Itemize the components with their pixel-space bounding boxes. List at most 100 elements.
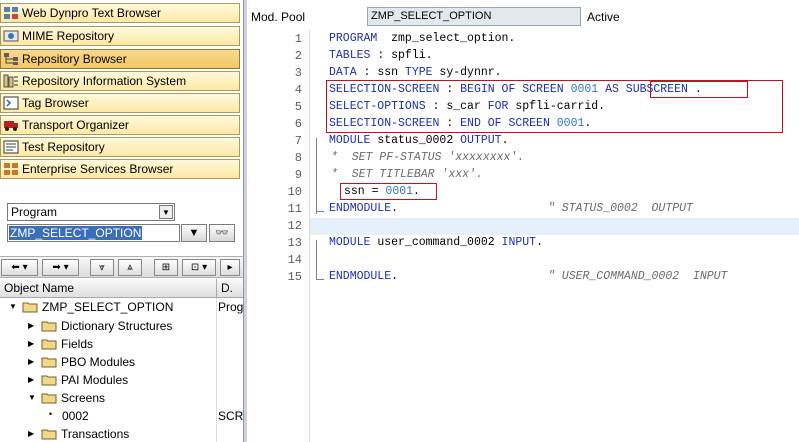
chevron-down-icon[interactable]: ▼ <box>159 205 173 219</box>
code-line-7: MODULE status_0002 OUTPUT. <box>329 134 509 147</box>
repository-browser-icon <box>4 53 18 65</box>
column-divider[interactable] <box>216 279 217 298</box>
test-icon <box>3 140 19 154</box>
glasses-icon: 👓 <box>215 227 229 239</box>
tree-node-desc: SCR <box>218 409 244 423</box>
tree-node-label: Transactions <box>61 427 130 441</box>
tree-node-screen-0002[interactable]: • 0002 SCR <box>0 407 243 425</box>
line-number: 10 <box>287 185 302 199</box>
expand-button[interactable]: ⩓ <box>118 259 142 276</box>
settings-button[interactable]: ⊡ ▾ <box>182 259 216 276</box>
program-name-value: ZMP_SELECT_OPTION <box>371 10 492 22</box>
nav-tag-browser[interactable]: Tag Browser <box>0 93 240 113</box>
code-area[interactable]: PROGRAM zmp_select_option. TABLES : spfl… <box>310 30 799 442</box>
line-number: 1 <box>294 32 302 46</box>
collapsed-arrow-icon[interactable]: ▶ <box>28 339 34 348</box>
display-button[interactable]: 👓 <box>209 224 235 242</box>
tree-node-pai-modules[interactable]: ▶ PAI Modules <box>0 371 243 389</box>
line-number: 13 <box>287 236 302 250</box>
line-number: 15 <box>287 270 302 284</box>
more-button[interactable]: ▸ <box>220 259 240 276</box>
forward-button[interactable]: ➡ ▾ <box>42 259 79 276</box>
code-line-9: * SET TITLEBAR 'xxx'. <box>331 168 483 181</box>
nav-label: Web Dynpro Text Browser <box>22 6 161 20</box>
highlight-box-ssn-assignment <box>340 183 437 200</box>
tree-node-label: PBO Modules <box>61 355 136 369</box>
nav-web-dynpro-text-browser[interactable]: Web Dynpro Text Browser <box>0 3 240 23</box>
tree-header: Object Name D. <box>0 279 243 298</box>
nav-label: Enterprise Services Browser <box>22 162 174 176</box>
tree-node-screens[interactable]: ▼ Screens <box>0 389 243 407</box>
collapsed-arrow-icon[interactable]: ▶ <box>28 321 34 330</box>
nav-enterprise-services-browser[interactable]: Enterprise Services Browser <box>0 159 240 179</box>
back-button[interactable]: ⬅ ▾ <box>1 259 38 276</box>
nav-repository-information-system[interactable]: Repository Information System <box>0 71 240 91</box>
object-name-dropdown-button[interactable]: ▼ <box>181 224 207 242</box>
editor-header: Mod. Pool ZMP_SELECT_OPTION Active <box>247 0 799 30</box>
nav-mime-repository[interactable]: MIME Repository <box>0 26 240 46</box>
tree-node-label: Screens <box>61 391 106 405</box>
code-line-2: TABLES : spfli. <box>329 49 433 62</box>
fold-end-marker <box>316 202 324 212</box>
leaf-dot-icon: • <box>49 409 53 419</box>
arrow-left-icon: ⬅ ▾ <box>11 262 28 273</box>
tag-icon <box>3 96 19 110</box>
transport-icon <box>4 121 18 131</box>
web-dynpro-icon <box>4 7 18 19</box>
abap-editor: Mod. Pool ZMP_SELECT_OPTION Active 1 2 3… <box>247 0 799 442</box>
tree-toolbar: ⬅ ▾ ➡ ▾ ⩔ ⩓ ⊞ ⊡ ▾ ▸ <box>0 256 243 278</box>
tree-node-label: 0002 <box>62 409 89 423</box>
column-header-object-name[interactable]: Object Name <box>4 281 74 295</box>
object-type-dropdown[interactable]: Program ▼ <box>7 203 175 221</box>
tree-node-label: ZMP_SELECT_OPTION <box>42 300 174 314</box>
tree-node-pbo-modules[interactable]: ▶ PBO Modules <box>0 353 243 371</box>
line-number: 3 <box>294 66 302 80</box>
line-number: 5 <box>294 100 302 114</box>
hierarchy-button[interactable]: ⊞ <box>154 259 178 276</box>
line-number-gutter: 1 2 3 4 5 6 7 8 9 10 11 12 13 14 15 <box>247 30 310 442</box>
tree-node-label: Fields <box>61 337 94 351</box>
arrow-right-icon: ➡ ▾ <box>52 262 69 273</box>
nav-label: MIME Repository <box>22 29 115 43</box>
tree-node-fields[interactable]: ▶ Fields <box>0 335 243 353</box>
collapse-icon: ⩔ <box>99 262 105 273</box>
line-number: 6 <box>294 117 302 131</box>
line-number: 11 <box>287 202 302 216</box>
tree-node-transactions[interactable]: ▶ Transactions <box>0 425 243 442</box>
collapsed-arrow-icon[interactable]: ▶ <box>28 375 34 384</box>
tree-node-label: PAI Modules <box>61 373 129 387</box>
object-tree: ▼ ZMP_SELECT_OPTION Prog ▶ Dictionary St… <box>0 298 243 442</box>
line-number: 7 <box>294 134 302 148</box>
more-icon: ▸ <box>227 262 233 273</box>
expanded-arrow-icon[interactable]: ▼ <box>28 393 36 402</box>
folder-open-icon <box>41 393 57 404</box>
folder-icon <box>41 357 57 368</box>
nav-label: Transport Organizer <box>22 118 129 132</box>
code-line-13: MODULE user_command_0002 INPUT. <box>329 236 543 249</box>
code-line-1: PROGRAM zmp_select_option. <box>329 32 516 45</box>
nav-test-repository[interactable]: Test Repository <box>0 137 240 157</box>
folder-icon <box>41 339 57 350</box>
nav-repository-browser[interactable]: Repository Browser <box>0 49 240 69</box>
collapse-button[interactable]: ⩔ <box>90 259 114 276</box>
collapsed-arrow-icon[interactable]: ▶ <box>28 357 34 366</box>
nav-label: Repository Browser <box>22 52 127 66</box>
repository-info-icon <box>3 74 18 88</box>
collapsed-arrow-icon[interactable]: ▶ <box>28 429 34 438</box>
line-number: 9 <box>294 168 302 182</box>
nav-label: Test Repository <box>22 140 105 154</box>
settings-icon: ⊡ ▾ <box>190 262 208 273</box>
program-status: Active <box>587 10 620 24</box>
tree-node-dictionary-structures[interactable]: ▶ Dictionary Structures <box>0 317 243 335</box>
nav-label: Repository Information System <box>22 74 187 88</box>
column-header-description[interactable]: D. <box>221 281 233 295</box>
line-number: 2 <box>294 49 302 63</box>
tree-node-label: Dictionary Structures <box>61 319 173 333</box>
expanded-arrow-icon[interactable]: ▼ <box>9 302 17 311</box>
object-name-value: ZMP_SELECT_OPTION <box>9 226 143 240</box>
nav-transport-organizer[interactable]: Transport Organizer <box>0 115 240 135</box>
object-name-input[interactable]: ZMP_SELECT_OPTION <box>7 224 180 242</box>
tree-node-program[interactable]: ▼ ZMP_SELECT_OPTION Prog <box>0 298 243 316</box>
line-number: 8 <box>294 151 302 165</box>
navigation-panel: Web Dynpro Text Browser MIME Repository … <box>0 0 243 442</box>
